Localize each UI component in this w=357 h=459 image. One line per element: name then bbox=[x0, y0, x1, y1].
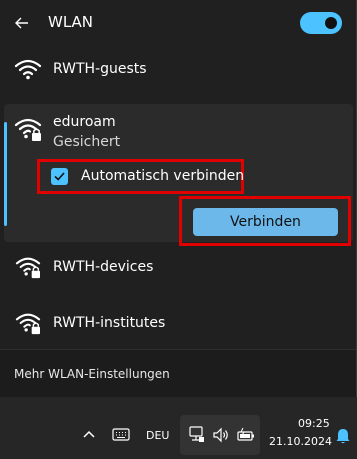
checkmark-icon bbox=[54, 172, 65, 181]
wifi-lock-icon bbox=[15, 313, 41, 335]
quick-settings-button[interactable] bbox=[180, 415, 260, 455]
wifi-lock-icon bbox=[14, 118, 42, 141]
network-icon bbox=[189, 426, 204, 442]
back-button[interactable] bbox=[10, 11, 34, 35]
taskbar: DEU 09:25 21.10.2024 bbox=[0, 405, 357, 459]
wlan-flyout: WLAN RWTH-guests eduroam Gesichert Autom… bbox=[0, 0, 357, 397]
connect-button[interactable]: Verbinden bbox=[193, 208, 338, 236]
network-item-eduroam[interactable]: eduroam Gesichert Automatisch verbinden … bbox=[4, 104, 353, 246]
auto-connect-label: Automatisch verbinden bbox=[81, 168, 245, 184]
network-name: RWTH-institutes bbox=[53, 315, 166, 331]
volume-icon bbox=[213, 427, 228, 443]
clock-time[interactable]: 09:25 bbox=[298, 417, 330, 430]
page-title: WLAN bbox=[48, 13, 94, 31]
notification-button[interactable] bbox=[335, 427, 351, 445]
auto-connect-checkbox[interactable] bbox=[51, 168, 68, 185]
wifi-lock-icon bbox=[15, 257, 41, 279]
connect-highlight: Verbinden bbox=[179, 196, 351, 246]
network-name: RWTH-devices bbox=[53, 259, 154, 275]
network-item-rwth-devices[interactable]: RWTH-devices bbox=[4, 246, 353, 290]
keyboard-icon bbox=[112, 427, 130, 441]
notification-bell-icon bbox=[336, 429, 350, 444]
wlan-header: WLAN bbox=[0, 0, 357, 46]
touch-keyboard-button[interactable] bbox=[111, 426, 131, 442]
network-status: Gesichert bbox=[53, 134, 121, 150]
more-wlan-settings-link[interactable]: Mehr WLAN-Einstellungen bbox=[14, 367, 170, 381]
network-name: RWTH-guests bbox=[53, 61, 147, 77]
battery-icon bbox=[237, 427, 254, 441]
network-item-rwth-institutes[interactable]: RWTH-institutes bbox=[4, 302, 353, 346]
flyout-footer: Mehr WLAN-Einstellungen bbox=[0, 349, 356, 397]
chevron-up-icon bbox=[83, 430, 95, 438]
auto-connect-highlight: Automatisch verbinden bbox=[37, 159, 244, 194]
clock-date[interactable]: 21.10.2024 bbox=[269, 435, 332, 448]
back-arrow-icon bbox=[15, 17, 28, 29]
input-language[interactable]: DEU bbox=[146, 429, 169, 442]
network-item-rwth-guests[interactable]: RWTH-guests bbox=[4, 48, 353, 92]
wlan-toggle[interactable] bbox=[300, 12, 342, 34]
network-name: eduroam bbox=[53, 114, 116, 130]
show-hidden-icons-button[interactable] bbox=[80, 425, 98, 443]
toggle-knob bbox=[325, 17, 337, 29]
selection-indicator bbox=[4, 122, 7, 226]
wifi-icon bbox=[14, 59, 42, 80]
